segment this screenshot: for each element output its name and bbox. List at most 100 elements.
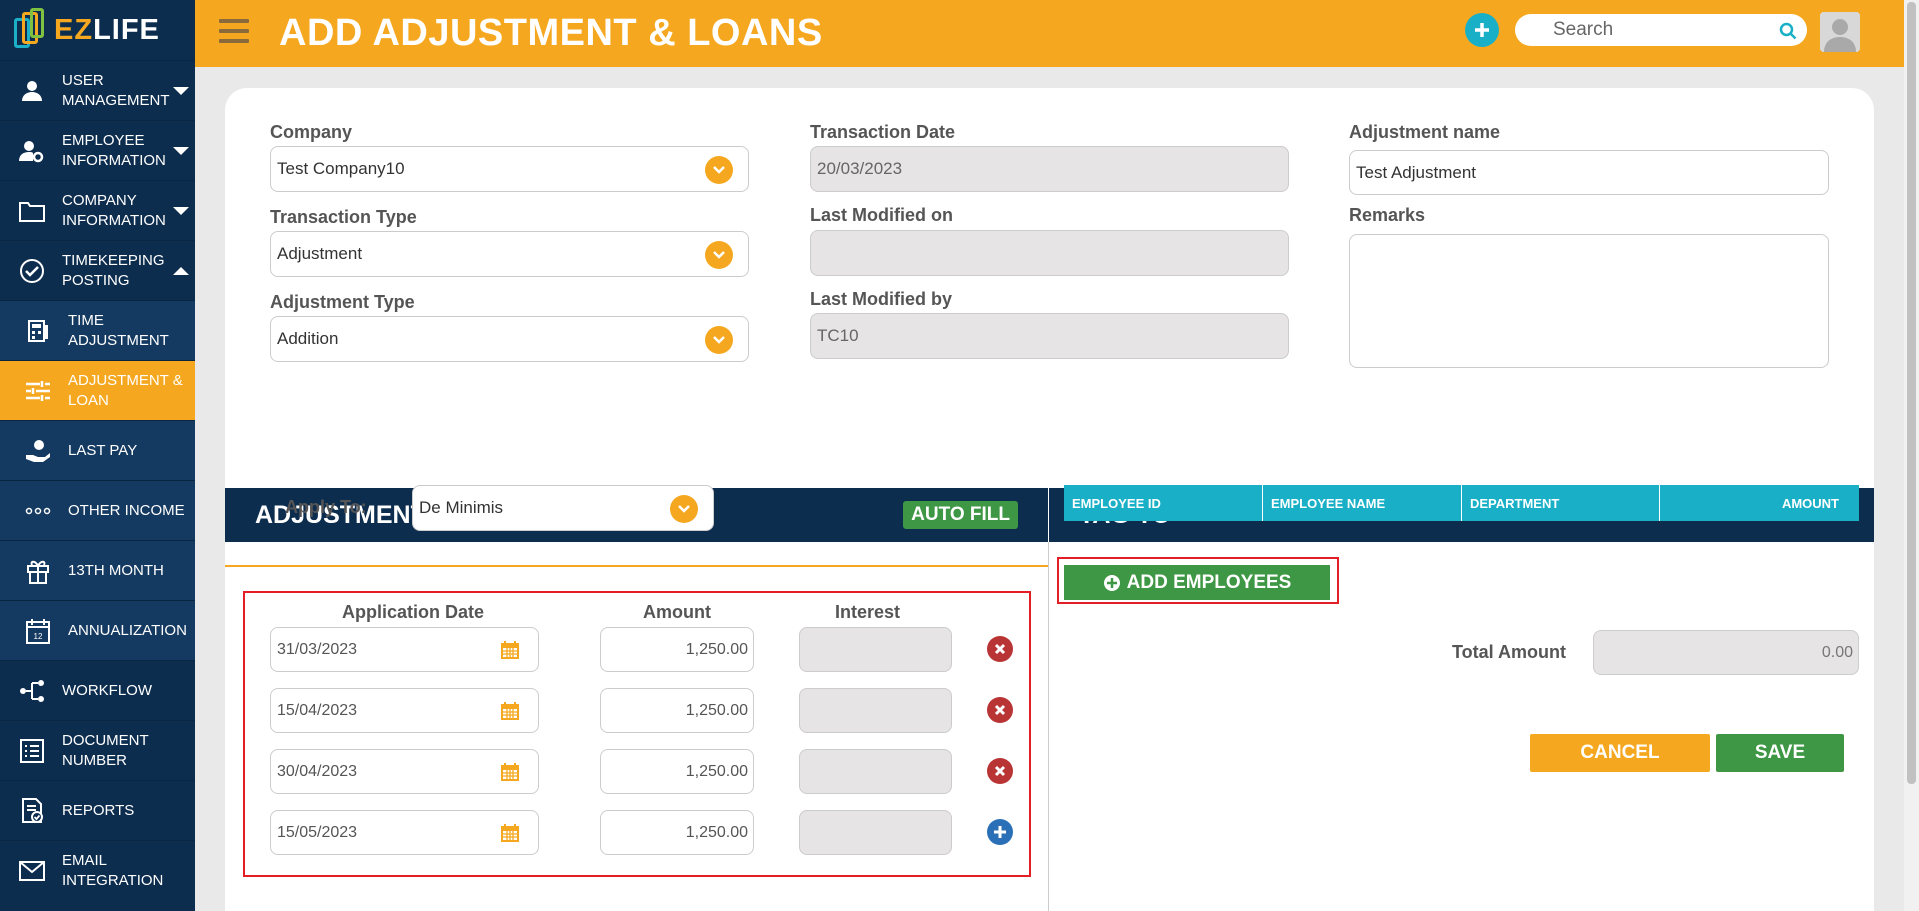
sidebar-item-timekeeping-posting[interactable]: TIMEKEEPING POSTING xyxy=(0,240,195,300)
last-modified-by-field: TC10 xyxy=(810,313,1289,359)
amount-value: 1,250.00 xyxy=(685,762,748,780)
scrollbar-thumb[interactable] xyxy=(1907,2,1916,784)
amount-input[interactable]: 1,250.00 xyxy=(600,749,754,794)
remarks-label: Remarks xyxy=(1349,205,1426,225)
sidebar-item-reports[interactable]: REPORTS xyxy=(0,780,195,840)
sidebar-item-workflow[interactable]: WORKFLOW xyxy=(0,660,195,720)
sidebar-item-company-information[interactable]: COMPANY INFORMATION xyxy=(0,180,195,240)
adjustment-name-input[interactable]: Test Adjustment xyxy=(1349,150,1829,195)
plus-circle-icon xyxy=(1103,574,1120,591)
adjustment-type-select[interactable]: Addition xyxy=(270,316,749,362)
last-modified-on-label: Last Modified on xyxy=(810,205,953,225)
sidebar-item-other-income[interactable]: OTHER INCOME xyxy=(0,480,195,540)
user-avatar-icon xyxy=(1820,12,1860,52)
svg-text:12: 12 xyxy=(34,632,43,641)
last-modified-on-field xyxy=(810,230,1289,276)
transaction-type-value: Adjustment xyxy=(277,244,363,263)
remove-row-button[interactable] xyxy=(987,697,1013,723)
sidebar-item-label: TIMEKEEPING POSTING xyxy=(62,251,165,289)
sidebar-item-label: USER MANAGEMENT xyxy=(62,71,170,109)
sidebar-item-user-management[interactable]: USER MANAGEMENT xyxy=(0,60,195,120)
dots-icon xyxy=(24,497,52,525)
page-scrollbar[interactable] xyxy=(1904,0,1919,911)
top-bar: ADD ADJUSTMENT & LOANS xyxy=(195,0,1904,67)
app-logo[interactable]: EZLIFE xyxy=(0,0,195,60)
sidebar-item-label: REPORTS xyxy=(62,801,135,819)
workflow-icon xyxy=(18,677,46,705)
tag-to-table-header: EMPLOYEE ID EMPLOYEE NAME DEPARTMENT AMO… xyxy=(1064,485,1859,521)
search-input[interactable] xyxy=(1515,14,1755,46)
add-row-button[interactable] xyxy=(987,819,1013,845)
chevron-down-icon xyxy=(670,495,698,523)
application-date-input[interactable]: 15/05/2023 xyxy=(270,810,539,855)
avatar[interactable] xyxy=(1820,12,1860,52)
adjustment-name-value: Test Adjustment xyxy=(1356,162,1477,182)
application-date-value: 15/05/2023 xyxy=(277,823,358,841)
save-button[interactable]: SAVE xyxy=(1716,734,1844,772)
sidebar-item-label: EMPLOYEE INFORMATION xyxy=(62,131,166,169)
report-icon xyxy=(18,797,46,825)
sidebar-item-label: TIME ADJUSTMENT xyxy=(68,311,169,349)
page-title: ADD ADJUSTMENT & LOANS xyxy=(279,12,823,54)
plus-icon xyxy=(1475,23,1489,37)
remove-row-button[interactable] xyxy=(987,758,1013,784)
calendar-icon: 12 xyxy=(24,617,52,645)
application-date-input[interactable]: 30/04/2023 xyxy=(270,749,539,794)
sidebar-item-last-pay[interactable]: LAST PAY xyxy=(0,420,195,480)
add-new-button[interactable] xyxy=(1465,13,1499,47)
document-list-icon xyxy=(18,737,46,765)
sidebar-item-annualization[interactable]: 12 ANNUALIZATION xyxy=(0,600,195,660)
sidebar-item-label: COMPANY INFORMATION xyxy=(62,191,166,229)
auto-fill-button[interactable]: AUTO FILL xyxy=(903,501,1018,529)
adjustment-name-label: Adjustment name xyxy=(1349,122,1501,142)
amount-input[interactable]: 1,250.00 xyxy=(600,688,754,733)
remarks-textarea[interactable] xyxy=(1349,234,1829,368)
col-amount: AMOUNT xyxy=(1781,495,1839,511)
sidebar-item-label: EMAIL INTEGRATION xyxy=(62,851,164,889)
cancel-button[interactable]: CANCEL xyxy=(1530,734,1710,772)
calendar-icon[interactable] xyxy=(500,762,520,782)
amount-input[interactable]: 1,250.00 xyxy=(600,810,754,855)
close-icon xyxy=(994,704,1006,716)
sidebar-item-label: ADJUSTMENT & LOAN xyxy=(68,371,183,409)
calendar-icon[interactable] xyxy=(500,701,520,721)
sidebar-item-time-adjustment[interactable]: TIME ADJUSTMENT xyxy=(0,300,195,360)
transaction-date-value: 20/03/2023 xyxy=(817,159,903,178)
apply-to-select[interactable]: De Minimis xyxy=(412,485,714,531)
sidebar-item-email-integration[interactable]: EMAIL INTEGRATION xyxy=(0,840,195,900)
sidebar-item-label: DOCUMENT NUMBER xyxy=(62,731,149,769)
remove-row-button[interactable] xyxy=(987,636,1013,662)
application-date-value: 30/04/2023 xyxy=(277,762,358,780)
chevron-down-icon xyxy=(173,87,189,95)
transaction-date-field: 20/03/2023 xyxy=(810,146,1289,192)
calendar-icon[interactable] xyxy=(500,823,520,843)
transaction-type-label: Transaction Type xyxy=(270,207,417,227)
chevron-down-icon xyxy=(705,156,733,184)
amount-input[interactable]: 1,250.00 xyxy=(600,627,754,672)
sidebar-item-13th-month[interactable]: 13TH MONTH xyxy=(0,540,195,600)
interest-input xyxy=(799,749,952,794)
total-amount-field: 0.00 xyxy=(1593,630,1859,675)
sidebar-item-employee-information[interactable]: EMPLOYEE INFORMATION xyxy=(0,120,195,180)
sidebar-item-document-number[interactable]: DOCUMENT NUMBER xyxy=(0,720,195,780)
logo-text: EZLIFE xyxy=(54,13,160,46)
add-employees-button[interactable]: ADD EMPLOYEES xyxy=(1064,565,1330,600)
user-icon xyxy=(18,77,46,105)
add-employees-label: ADD EMPLOYEES xyxy=(1126,571,1292,593)
col-department: DEPARTMENT xyxy=(1462,485,1660,521)
company-select[interactable]: Test Company10 xyxy=(270,146,749,192)
chevron-down-icon xyxy=(705,326,733,354)
gift-icon xyxy=(24,557,52,585)
calculator-icon xyxy=(24,317,52,345)
hamburger-menu-icon[interactable] xyxy=(219,19,249,45)
adjustment-type-label: Adjustment Type xyxy=(270,292,415,312)
check-circle-icon xyxy=(18,257,46,285)
transaction-type-select[interactable]: Adjustment xyxy=(270,231,749,277)
sidebar-item-label: OTHER INCOME xyxy=(68,501,185,519)
application-date-input[interactable]: 31/03/2023 xyxy=(270,627,539,672)
calendar-icon[interactable] xyxy=(500,640,520,660)
application-date-input[interactable]: 15/04/2023 xyxy=(270,688,539,733)
close-icon xyxy=(994,765,1006,777)
sidebar-item-adjustment-loan[interactable]: ADJUSTMENT & LOAN xyxy=(0,360,195,420)
search-icon[interactable] xyxy=(1779,22,1797,40)
